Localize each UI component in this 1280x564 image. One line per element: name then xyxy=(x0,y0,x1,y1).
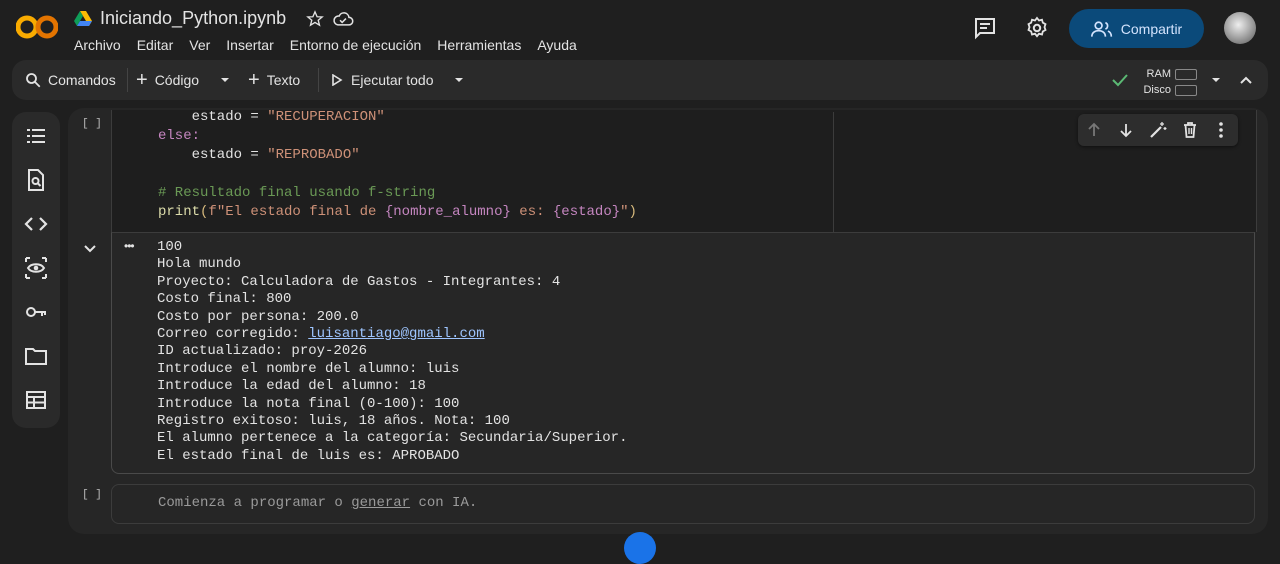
star-icon[interactable] xyxy=(306,9,325,28)
output-line: Introduce la edad del alumno: 18 xyxy=(157,378,426,395)
comments-icon[interactable] xyxy=(973,16,997,40)
code-dropdown[interactable] xyxy=(219,60,231,100)
share-button[interactable]: Compartir xyxy=(1069,9,1204,48)
placeholder-text: Comienza a programar o xyxy=(158,495,352,511)
output-line: ID actualizado: proy-2026 xyxy=(157,343,368,360)
menu-ayuda[interactable]: Ayuda xyxy=(537,37,576,53)
data-table-icon[interactable] xyxy=(24,388,48,412)
code-string: es: xyxy=(510,204,553,220)
empty-cell-placeholder: Comienza a programar o generar con IA. xyxy=(158,495,477,511)
move-up-icon[interactable] xyxy=(1086,122,1102,138)
google-drive-icon[interactable] xyxy=(74,10,92,27)
resource-monitor[interactable]: RAM Disco xyxy=(1141,66,1197,98)
output-line: El estado final de luis es: APROBADO xyxy=(157,447,460,464)
code-fstring-var: {estado} xyxy=(552,204,621,220)
add-code-button[interactable]: + Código xyxy=(136,60,199,100)
colab-logo[interactable] xyxy=(16,12,58,42)
play-icon xyxy=(332,74,343,86)
output-line: Introduce el nombre del alumno: luis xyxy=(157,360,460,377)
menu-insertar[interactable]: Insertar xyxy=(226,37,273,53)
user-avatar[interactable] xyxy=(1224,12,1256,44)
output-line: Costo final: 800 xyxy=(157,291,292,308)
variables-eye-icon[interactable] xyxy=(24,256,48,280)
menu-editar[interactable]: Editar xyxy=(137,37,174,53)
ruler-line xyxy=(833,112,834,232)
code-text: estado = xyxy=(158,147,268,163)
output-line: Proyecto: Calculadora de Gastos - Integr… xyxy=(157,273,561,290)
menu-ver[interactable]: Ver xyxy=(189,37,210,53)
more-vert-icon[interactable] xyxy=(1216,121,1226,139)
title-row: Iniciando_Python.ipynb xyxy=(74,8,354,29)
files-folder-icon[interactable] xyxy=(24,344,48,368)
output-more-menu-icon[interactable]: ••• xyxy=(124,239,135,253)
code-keyword: else: xyxy=(158,128,201,144)
cloud-saved-icon[interactable] xyxy=(332,10,354,28)
cell-output-text: 100 Hola mundo Proyecto: Calculadora de … xyxy=(157,239,627,465)
delete-trash-icon[interactable] xyxy=(1182,121,1198,139)
search-icon xyxy=(26,73,41,88)
menu-herramientas[interactable]: Herramientas xyxy=(437,37,521,53)
email-link[interactable]: luisantiago@gmail.com xyxy=(308,326,484,342)
code-comment: # Resultado final usando f-string xyxy=(158,185,436,201)
cell-execution-count: [ ] xyxy=(82,118,102,130)
notebook-toolbar xyxy=(12,60,1268,100)
caret-down-icon xyxy=(455,78,463,82)
code-string: "REPROBADO" xyxy=(267,147,360,163)
caret-down-icon xyxy=(221,78,229,82)
run-all-label: Ejecutar todo xyxy=(351,72,434,88)
ram-label: RAM xyxy=(1146,68,1171,80)
plus-icon: + xyxy=(248,69,260,91)
plus-icon: + xyxy=(136,69,148,91)
code-string: "RECUPERACION" xyxy=(267,109,385,125)
output-line: Hola mundo xyxy=(157,256,242,273)
menu-bar: Archivo Editar Ver Insertar Entorno de e… xyxy=(74,37,593,53)
code-string: " xyxy=(620,204,629,220)
notebook-title[interactable]: Iniciando_Python.ipynb xyxy=(100,8,286,29)
output-line: Costo por persona: 200.0 xyxy=(157,308,359,325)
people-icon xyxy=(1090,20,1112,37)
connected-check-icon[interactable] xyxy=(1111,72,1129,88)
output-line: Registro exitoso: luis, 18 años. Nota: 1… xyxy=(157,413,510,430)
toolbar-divider xyxy=(318,68,319,92)
menu-entorno[interactable]: Entorno de ejecución xyxy=(290,37,422,53)
code-string: f"El estado final de xyxy=(208,204,385,220)
output-line: 100 xyxy=(157,239,183,255)
settings-gear-icon[interactable] xyxy=(1025,16,1049,40)
commands-button[interactable]: Comandos xyxy=(24,60,116,100)
ram-bar xyxy=(1175,68,1197,80)
floating-action-button[interactable] xyxy=(624,532,656,564)
disk-bar xyxy=(1175,84,1197,96)
toolbar-divider xyxy=(127,68,128,92)
edit-wand-icon[interactable] xyxy=(1149,121,1167,139)
disk-label: Disco xyxy=(1143,84,1171,96)
code-function: print xyxy=(158,204,201,220)
secrets-key-icon[interactable] xyxy=(24,300,48,324)
commands-label: Comandos xyxy=(48,72,116,88)
placeholder-text: con IA. xyxy=(410,495,478,511)
generate-link[interactable]: generar xyxy=(351,495,410,511)
move-down-icon[interactable] xyxy=(1118,122,1134,138)
code-label: Código xyxy=(154,72,200,88)
cell-execution-count: [ ] xyxy=(82,489,102,501)
chevron-up-icon[interactable] xyxy=(1238,72,1254,88)
share-label: Compartir xyxy=(1120,20,1183,37)
code-text: estado = xyxy=(158,109,268,125)
menu-archivo[interactable]: Archivo xyxy=(74,37,121,53)
text-label: Texto xyxy=(266,72,301,88)
caret-down-icon[interactable] xyxy=(1210,74,1222,86)
code-content[interactable]: estado = "RECUPERACION" else: estado = "… xyxy=(158,108,637,222)
find-in-page-icon[interactable] xyxy=(24,168,48,192)
run-all-button[interactable]: Ejecutar todo xyxy=(331,60,434,100)
collapse-output-chevron-icon[interactable] xyxy=(82,241,98,257)
run-all-dropdown[interactable] xyxy=(453,60,465,100)
code-paren: ) xyxy=(628,204,637,220)
add-text-button[interactable]: + Texto xyxy=(248,60,300,100)
code-snippets-icon[interactable] xyxy=(24,212,48,236)
output-line: Introduce la nota final (0-100): 100 xyxy=(157,395,460,412)
output-line: El alumno pertenece a la categoría: Secu… xyxy=(157,430,628,447)
table-of-contents-icon[interactable] xyxy=(24,124,48,148)
code-fstring-var: {nombre_alumno} xyxy=(384,204,511,220)
output-line: Correo corregido: xyxy=(157,326,309,343)
